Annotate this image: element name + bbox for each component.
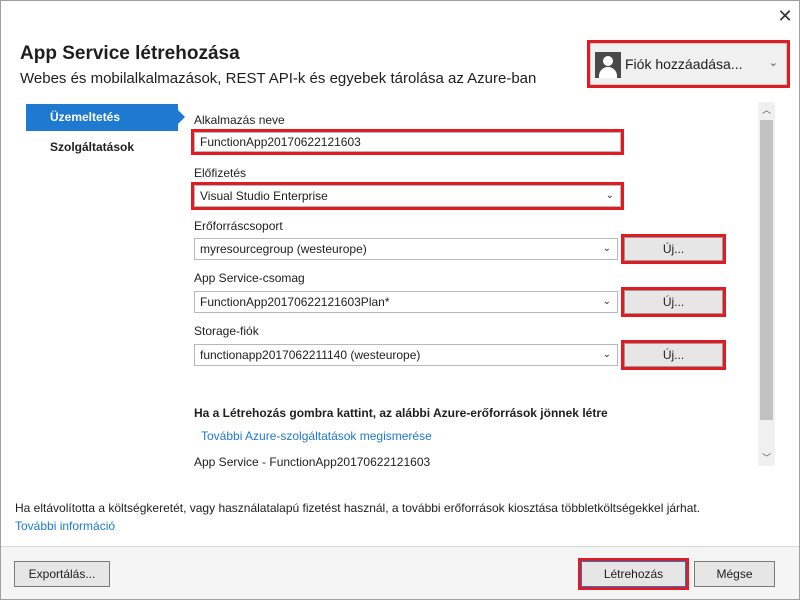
add-account-label: Fiók hozzáadása... — [625, 56, 743, 72]
new-storage-button[interactable]: Új... — [621, 340, 726, 370]
scroll-up-icon[interactable]: ︿ — [758, 102, 775, 118]
chevron-down-icon: ⌄ — [768, 57, 778, 69]
learn-more-services-link[interactable]: További Azure-szolgáltatások megismerése — [201, 429, 432, 443]
user-icon — [595, 52, 621, 78]
nav-item-services[interactable]: Szolgáltatások — [26, 134, 178, 161]
app-service-dialog: ✕ App Service létrehozása Webes és mobil… — [0, 0, 800, 600]
chevron-down-icon: ⌄ — [605, 190, 614, 201]
plan-value: FunctionApp20170622121603Plan* — [200, 295, 390, 309]
dialog-title: App Service létrehozása — [20, 43, 240, 64]
add-account-dropdown[interactable]: Fiók hozzáadása... ⌄ — [587, 40, 790, 88]
chevron-down-icon: ⌄ — [602, 296, 611, 307]
nav-item-hosting[interactable]: Üzemeltetés — [26, 104, 185, 131]
scrollbar-thumb[interactable] — [760, 120, 773, 420]
plan-label: App Service-csomag — [194, 271, 305, 285]
export-button[interactable]: Exportálás... — [14, 561, 110, 587]
resource-group-label: Erőforráscsoport — [194, 219, 283, 233]
new-plan-button[interactable]: Új... — [621, 287, 726, 317]
close-icon[interactable]: ✕ — [773, 6, 797, 26]
cancel-button[interactable]: Mégse — [694, 561, 775, 587]
app-name-value: FunctionApp20170622121603 — [200, 135, 361, 149]
new-resource-group-button[interactable]: Új... — [621, 234, 726, 264]
chevron-down-icon: ⌄ — [602, 243, 611, 254]
create-button[interactable]: Létrehozás — [578, 558, 689, 590]
side-nav: Üzemeltetés Szolgáltatások — [26, 104, 185, 161]
subscription-value: Visual Studio Enterprise — [200, 189, 328, 203]
more-info-link[interactable]: További információ — [15, 519, 115, 533]
scroll-down-icon[interactable]: ﹀ — [758, 450, 775, 466]
app-name-label: Alkalmazás neve — [194, 113, 285, 127]
resource-entry: App Service - FunctionApp20170622121603 — [194, 455, 431, 469]
plan-select[interactable]: FunctionApp20170622121603Plan* ⌄ — [194, 291, 618, 313]
resource-group-select[interactable]: myresourcegroup (westeurope) ⌄ — [194, 238, 618, 260]
dialog-subtitle: Webes és mobilalkalmazások, REST API-k é… — [20, 70, 537, 87]
resources-heading: Ha a Létrehozás gombra kattint, az alább… — [194, 406, 608, 420]
resource-group-value: myresourcegroup (westeurope) — [200, 242, 367, 256]
cost-notice: Ha eltávolította a költségkeretét, vagy … — [15, 501, 701, 515]
subscription-label: Előfizetés — [194, 166, 247, 180]
storage-value: functionapp2017062211140 (westeurope) — [200, 348, 421, 362]
storage-select[interactable]: functionapp2017062211140 (westeurope) ⌄ — [194, 344, 618, 366]
storage-label: Storage-fiók — [194, 324, 259, 338]
subscription-select[interactable]: Visual Studio Enterprise ⌄ — [191, 182, 624, 210]
chevron-down-icon: ⌄ — [602, 349, 611, 360]
app-name-input[interactable]: FunctionApp20170622121603 — [191, 129, 624, 155]
form-scrollbar[interactable]: ︿ ﹀ — [758, 102, 775, 466]
